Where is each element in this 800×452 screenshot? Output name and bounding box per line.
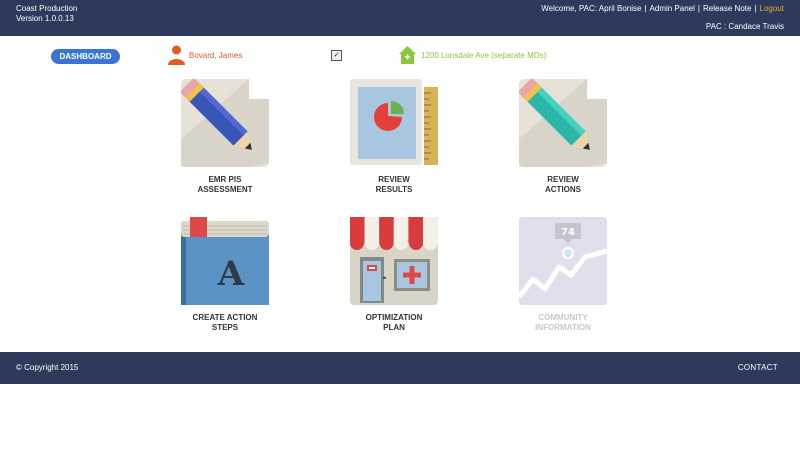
report-chart-icon xyxy=(350,79,438,165)
footer: © Copyright 2015 CONTACT xyxy=(0,352,800,384)
dashboard-button[interactable]: DASHBOARD xyxy=(51,49,120,64)
tile-label: EMR PIS ASSESSMENT xyxy=(197,175,253,194)
line-chart-icon: 74 xyxy=(519,217,607,305)
home-icon xyxy=(399,46,416,64)
tile-label: CREATE ACTION STEPS xyxy=(192,313,258,332)
top-header: Coast Production Version 1.0.0.13 Welcom… xyxy=(0,0,800,36)
svg-text:A: A xyxy=(217,254,245,294)
toolbar: DASHBOARD Bovard, James ✓ 1200 Lonsdale … xyxy=(0,36,800,76)
book-icon: A xyxy=(181,217,269,305)
brand: Coast Production Version 1.0.0.13 xyxy=(16,4,77,24)
pencil-paper-icon xyxy=(181,79,269,167)
contact-link[interactable]: CONTACT xyxy=(738,363,778,372)
pac-name: PAC : Candace Travis xyxy=(705,22,784,31)
release-note-link[interactable]: Release Note xyxy=(703,4,751,13)
pencil-paper-icon xyxy=(519,79,607,167)
community-badge-value: 74 xyxy=(561,227,575,238)
patient-selector[interactable]: Bovard, James xyxy=(168,44,242,66)
tile-label: COMMUNITY INFORMATION xyxy=(535,313,591,332)
person-icon xyxy=(168,45,185,65)
patient-dropdown[interactable]: ✓ xyxy=(331,50,342,61)
admin-panel-link[interactable]: Admin Panel xyxy=(650,4,695,13)
copyright-text: © Copyright 2015 xyxy=(16,363,79,372)
tile-label: OPTIMIZATION PLAN xyxy=(365,313,423,332)
app-version: Version 1.0.0.13 xyxy=(16,14,74,23)
logout-link[interactable]: Logout xyxy=(760,4,784,13)
address-text: 1200 Lonsdale Ave (separate MDs) xyxy=(421,50,547,60)
patient-name: Bovard, James xyxy=(189,50,243,60)
app-name: Coast Production xyxy=(16,4,78,13)
tile-label: REVIEW RESULTS xyxy=(375,175,413,194)
welcome-text: Welcome, PAC: April Bonise xyxy=(541,4,642,13)
tile-label: REVIEW ACTIONS xyxy=(545,175,581,194)
storefront-icon xyxy=(350,217,438,305)
top-links: Welcome, PAC: April Bonise | Admin Panel | R… xyxy=(541,4,784,13)
address-selector[interactable]: 1200 Lonsdale Ave (separate MDs) xyxy=(398,44,546,66)
